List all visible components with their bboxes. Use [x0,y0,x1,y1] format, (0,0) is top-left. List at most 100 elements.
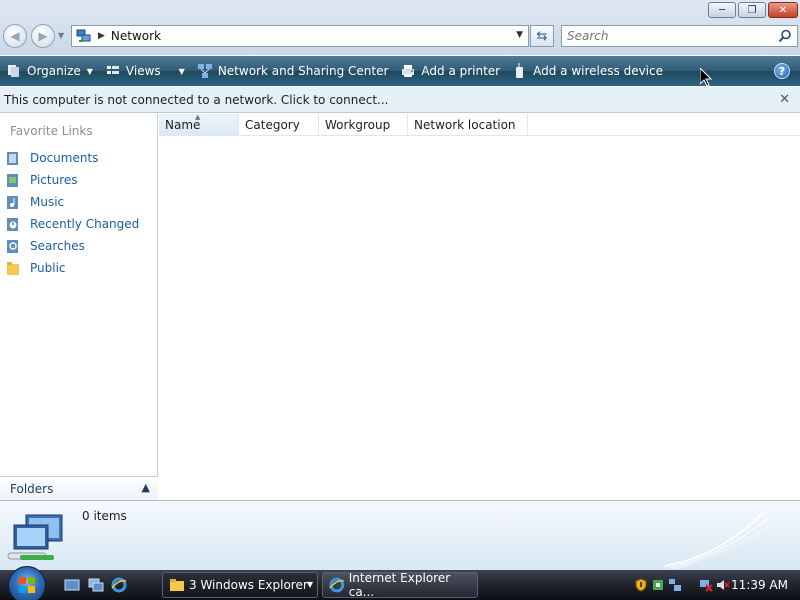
column-headers: ▲ Name Category Workgroup Network locati… [159,113,800,136]
breadcrumb-separator-icon[interactable]: ▶ [98,31,105,41]
close-button[interactable]: ✕ [768,2,798,18]
chevron-down-icon: ▼ [86,66,93,76]
search-icon[interactable] [778,29,792,43]
link-label: Recently Changed [30,217,140,231]
favorite-link-documents[interactable]: Documents [6,147,139,169]
column-header-network-location[interactable]: Network location [408,114,528,136]
views-label: Views [125,64,161,78]
add-printer-button[interactable]: Add a printer [394,56,506,86]
address-dropdown-icon[interactable]: ▼ [516,30,523,40]
address-bar[interactable]: ▶ Network ▼ [71,25,529,47]
network-status-icon[interactable] [668,578,682,592]
organize-label: Organize [27,64,81,78]
start-button[interactable] [8,566,46,600]
organize-button[interactable]: Organize ▼ [0,56,99,86]
taskbar: 3 Windows Explorer ▼ Internet Explorer c… [0,566,800,600]
network-icon [76,29,91,42]
public-folder-icon [7,261,19,275]
file-list[interactable]: ▲ Name Category Workgroup Network locati… [159,113,800,500]
link-label: Music [30,195,65,209]
minimize-icon: ─ [718,4,726,16]
add-wireless-device-label: Add a wireless device [533,64,663,78]
search-box[interactable] [561,25,798,47]
views-button[interactable]: Views ▼ [99,56,191,86]
pictures-icon [7,173,18,187]
column-header-name[interactable]: ▲ Name [159,113,239,136]
recent-pages-dropdown[interactable]: ▼ [58,31,64,40]
task-label: 3 Windows Explorer [189,578,308,592]
column-label: Workgroup [325,118,391,132]
internet-explorer-icon [329,577,345,593]
volume-muted-icon[interactable] [716,578,730,592]
views-icon [105,63,121,79]
recently-changed-icon [7,217,18,231]
folders-label: Folders [10,481,54,496]
system-tray: 11:39 AM [628,570,800,600]
favorite-link-public[interactable]: Public [6,257,139,279]
wireless-device-icon [512,63,528,79]
info-bar-message[interactable]: This computer is not connected to a netw… [4,93,388,107]
organize-icon [6,63,22,79]
item-count: 0 items [82,509,127,523]
folders-toggle[interactable]: Folders ▲ [0,476,158,500]
refresh-button[interactable]: ⇆ [530,25,554,47]
forward-arrow-icon: ▶ [38,29,48,43]
column-label: Network location [414,118,516,132]
taskbar-button-windows-explorer[interactable]: 3 Windows Explorer ▼ [162,572,318,598]
show-desktop-icon[interactable] [64,577,80,593]
printer-icon [400,63,416,79]
chevron-down-icon: ▼ [178,66,185,76]
link-label: Pictures [30,173,78,187]
help-icon: ? [778,64,786,78]
add-printer-label: Add a printer [421,64,501,78]
restore-icon: ❐ [747,4,757,16]
network-sharing-label: Network and Sharing Center [217,64,389,78]
column-label: Category [245,118,300,132]
search-input[interactable] [567,27,767,45]
folder-icon [170,579,184,591]
clock[interactable]: 11:39 AM [731,578,788,592]
documents-icon [7,151,18,165]
command-bar: Organize ▼ Views ▼ Network and Sharing C… [0,56,800,86]
favorite-link-recently-changed[interactable]: Recently Changed [6,213,139,235]
details-pane: 0 items [0,500,800,570]
back-button[interactable]: ◀ [3,24,27,48]
column-header-category[interactable]: Category [239,114,319,136]
breadcrumb-network[interactable]: Network [111,29,161,43]
internet-explorer-icon[interactable] [111,577,127,593]
network-disconnected-icon[interactable] [699,578,713,592]
windows-update-icon[interactable] [651,578,665,592]
favorite-link-searches[interactable]: Searches [6,235,139,257]
link-label: Documents [30,151,99,165]
caption-buttons: ─ ❐ ✕ [708,2,798,18]
favorite-link-pictures[interactable]: Pictures [6,169,139,191]
searches-icon [7,239,18,253]
maximize-button[interactable]: ❐ [738,2,766,18]
favorite-links-list: Documents Pictures Music Recently Change… [6,147,139,279]
forward-button[interactable]: ▶ [31,24,55,48]
security-shield-icon[interactable] [634,578,648,592]
taskbar-button-internet-explorer[interactable]: Internet Explorer ca... [322,571,478,599]
music-icon [7,195,18,209]
refresh-icon: ⇆ [536,28,548,44]
switch-windows-icon[interactable] [88,577,104,593]
close-icon: ✕ [778,4,788,16]
back-arrow-icon: ◀ [10,29,20,43]
add-wireless-device-button[interactable]: Add a wireless device [506,56,669,86]
task-label: Internet Explorer ca... [348,571,451,599]
sort-ascending-icon: ▲ [195,113,201,121]
link-label: Searches [30,239,85,253]
network-computers-icon [7,514,63,560]
favorite-link-music[interactable]: Music [6,191,139,213]
chevron-up-icon: ▲ [141,481,150,494]
info-bar-close-icon[interactable]: ✕ [779,92,790,107]
info-bar[interactable]: This computer is not connected to a netw… [0,87,800,113]
help-button[interactable]: ? [774,63,790,79]
link-label: Public [30,261,66,275]
chevron-down-icon: ▼ [306,580,313,589]
column-header-workgroup[interactable]: Workgroup [319,114,408,136]
navigation-pane: Favorite Links Documents Pictures Music … [0,114,158,500]
network-sharing-center-button[interactable]: Network and Sharing Center [191,56,395,86]
minimize-button[interactable]: ─ [708,2,736,18]
windows-logo-icon [19,577,35,593]
